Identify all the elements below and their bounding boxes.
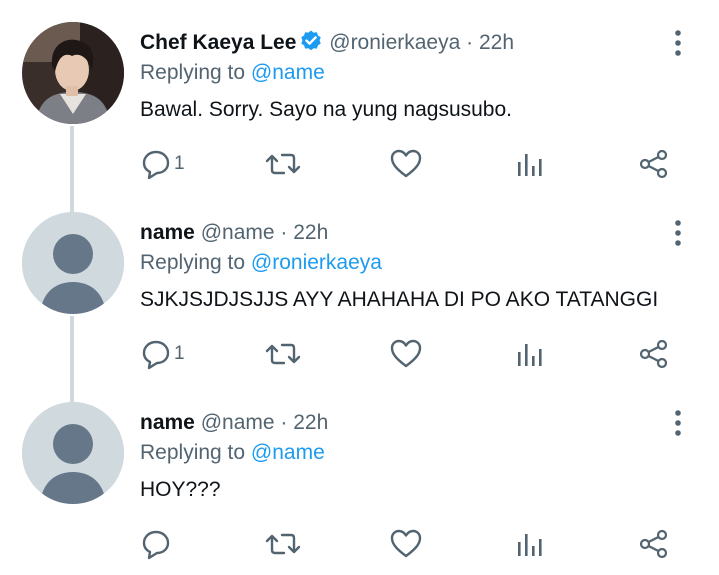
- separator: ·: [466, 31, 474, 54]
- share-icon: [638, 338, 670, 370]
- reply-icon: [140, 338, 172, 370]
- action-bar: 1: [140, 334, 690, 374]
- tweet-header: name @name · 22h: [140, 218, 328, 248]
- reply-count: 1: [174, 343, 185, 364]
- handle[interactable]: @ronierkaeya: [329, 31, 460, 54]
- thread-line: [70, 316, 74, 380]
- tweet-text: SJKJSJDJSJJS AYY AHAHAHA DI PO AKO TATAN…: [140, 288, 659, 311]
- retweet-button[interactable]: [265, 524, 301, 564]
- display-name[interactable]: name: [140, 411, 195, 434]
- share-icon: [638, 148, 670, 180]
- replying-to-label: Replying to: [140, 61, 246, 84]
- share-button[interactable]: [638, 334, 670, 374]
- tweet-text: HOY???: [140, 478, 221, 501]
- thread-line: [70, 126, 74, 190]
- share-button[interactable]: [638, 144, 670, 184]
- more-vertical-icon[interactable]: [668, 408, 688, 438]
- timestamp[interactable]: 22h: [293, 411, 328, 434]
- display-name[interactable]: Chef Kaeya Lee: [140, 31, 296, 54]
- timestamp[interactable]: 22h: [293, 221, 328, 244]
- retweet-button[interactable]: [265, 144, 301, 184]
- tweet-1[interactable]: Chef Kaeya Lee @ronierkaeya · 22h Replyi…: [0, 0, 719, 190]
- analytics-icon: [516, 148, 544, 180]
- share-button[interactable]: [638, 524, 670, 564]
- avatar[interactable]: [22, 22, 124, 124]
- retweet-icon: [265, 338, 301, 370]
- reply-icon: [140, 148, 172, 180]
- thread-line: [70, 380, 74, 402]
- timestamp[interactable]: 22h: [479, 31, 514, 54]
- like-button[interactable]: [389, 144, 423, 184]
- avatar[interactable]: [22, 212, 124, 314]
- replying-to-label: Replying to: [140, 251, 246, 274]
- reply-button[interactable]: 1: [140, 334, 185, 374]
- heart-icon: [389, 338, 423, 370]
- retweet-button[interactable]: [265, 334, 301, 374]
- analytics-icon: [516, 338, 544, 370]
- tweet-2[interactable]: name @name · 22h Replying to @ronierkaey…: [0, 190, 719, 380]
- reply-count: 1: [174, 153, 185, 174]
- heart-icon: [389, 528, 423, 560]
- mention-link[interactable]: @name: [251, 441, 325, 464]
- action-bar: [140, 524, 690, 564]
- analytics-button[interactable]: [516, 144, 544, 184]
- tweet-3[interactable]: name @name · 22h Replying to @name HOY??…: [0, 380, 719, 570]
- like-button[interactable]: [389, 334, 423, 374]
- display-name[interactable]: name: [140, 221, 195, 244]
- separator: ·: [280, 221, 288, 244]
- analytics-button[interactable]: [516, 334, 544, 374]
- replying-to: Replying to @ronierkaeya: [140, 248, 382, 278]
- handle[interactable]: @name: [201, 411, 275, 434]
- handle[interactable]: @name: [201, 221, 275, 244]
- analytics-button[interactable]: [516, 524, 544, 564]
- analytics-icon: [516, 528, 544, 560]
- tweet-text: Bawal. Sorry. Sayo na yung nagsusubo.: [140, 98, 513, 121]
- reply-button[interactable]: [140, 524, 174, 564]
- retweet-icon: [265, 528, 301, 560]
- separator: ·: [280, 411, 288, 434]
- replying-to: Replying to @name: [140, 58, 325, 88]
- replying-to-label: Replying to: [140, 441, 246, 464]
- share-icon: [638, 528, 670, 560]
- heart-icon: [389, 148, 423, 180]
- tweet-header: Chef Kaeya Lee @ronierkaeya · 22h: [140, 28, 514, 62]
- reply-icon: [140, 528, 172, 560]
- avatar[interactable]: [22, 402, 124, 504]
- mention-link[interactable]: @name: [251, 61, 325, 84]
- replying-to: Replying to @name: [140, 438, 325, 468]
- more-vertical-icon[interactable]: [668, 28, 688, 58]
- more-vertical-icon[interactable]: [668, 218, 688, 248]
- retweet-icon: [265, 148, 301, 180]
- mention-link[interactable]: @ronierkaeya: [251, 251, 382, 274]
- tweet-header: name @name · 22h: [140, 408, 328, 438]
- reply-button[interactable]: 1: [140, 144, 185, 184]
- action-bar: 1: [140, 144, 690, 184]
- like-button[interactable]: [389, 524, 423, 564]
- thread-line: [70, 190, 74, 212]
